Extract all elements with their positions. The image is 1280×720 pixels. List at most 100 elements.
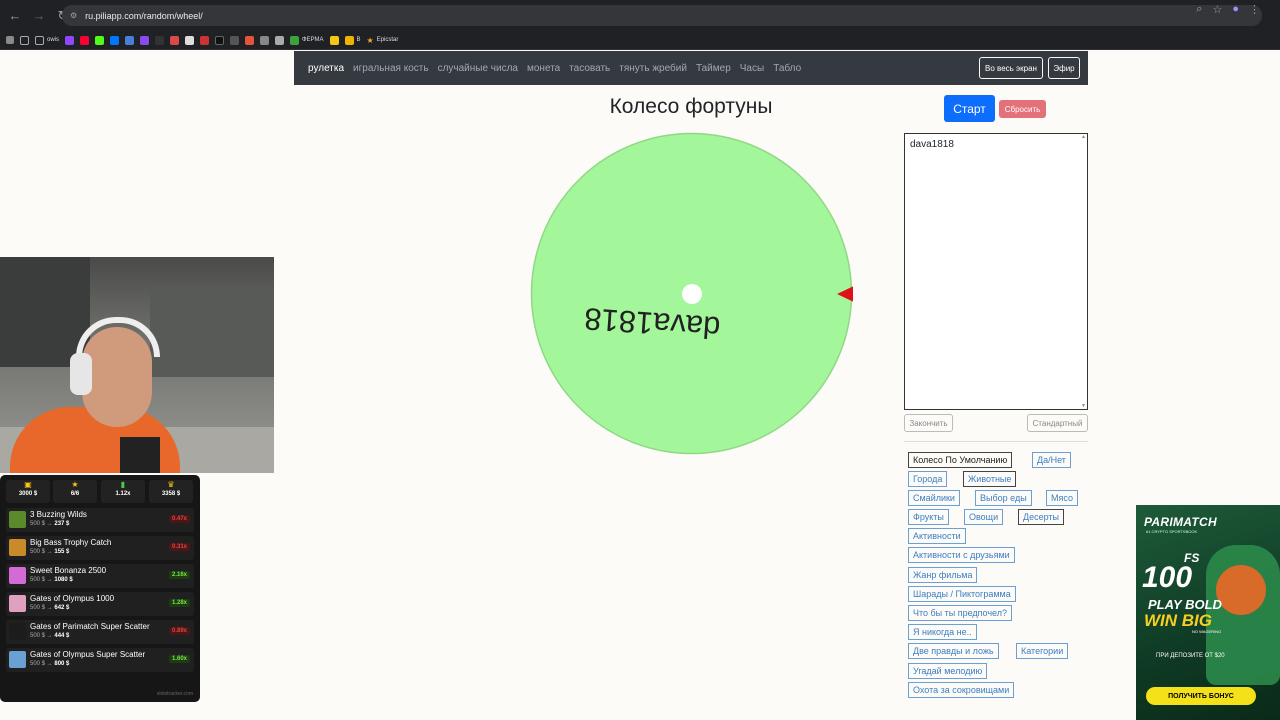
site-icon[interactable] <box>185 34 195 46</box>
preset-treasure-hunt[interactable]: Охота за сокровищами <box>908 682 1015 698</box>
back-icon[interactable]: ← <box>6 7 24 25</box>
preset-activities-friends[interactable]: Активности с друзьями <box>908 547 1015 563</box>
nav-random-numbers[interactable]: случайные числа <box>438 63 518 74</box>
slot-tracker-widget: ▣ 3000 $ ★ 6/6 ▮ 1.12x ♛ 3358 $ 3 Buzzing Wi… <box>0 475 200 702</box>
site-icon[interactable] <box>215 34 225 46</box>
apps-icon[interactable] <box>6 34 14 46</box>
site-icon[interactable] <box>260 34 270 46</box>
preset-charades[interactable]: Шарады / Пиктограмма <box>908 586 1016 602</box>
preset-animals[interactable]: Животные <box>963 471 1017 487</box>
vk-icon[interactable] <box>110 34 120 46</box>
preset-vegetables[interactable]: Овощи <box>964 509 1004 525</box>
site-icon[interactable] <box>125 34 135 46</box>
broadcast-button[interactable]: Эфир <box>1048 57 1080 79</box>
game-row: Sweet Bonanza 2500 500 $ → 1080 $ 2.16x <box>6 564 194 588</box>
nav-draw-lots[interactable]: тянуть жребий <box>619 63 687 74</box>
game-row: Big Bass Trophy Catch 500 $ → 155 $ 0.31… <box>6 536 194 560</box>
game-name: Gates of Olympus Super Scatter <box>30 650 146 659</box>
game-multiplier: 1.28x <box>168 599 190 607</box>
game-thumbnail <box>9 539 26 556</box>
preset-desserts[interactable]: Десерты <box>1018 509 1065 525</box>
folder-icon[interactable] <box>20 34 29 46</box>
nav-coin[interactable]: монета <box>527 63 560 74</box>
scroll-up-icon[interactable]: ▲ <box>1081 134 1086 140</box>
preset-meat[interactable]: Мясо <box>1046 490 1078 506</box>
bookmark-star-icon[interactable]: ☆ <box>1212 3 1222 16</box>
scroll-down-icon[interactable]: ▼ <box>1081 403 1086 409</box>
finish-button[interactable]: Закончить <box>904 414 953 432</box>
ad-win: WIN BIG <box>1144 611 1212 630</box>
forward-icon[interactable]: → <box>30 7 48 25</box>
bookmark-epicstar[interactable]: ★ Epicstar <box>367 34 399 46</box>
game-result: 500 $ → 237 $ <box>30 521 70 527</box>
game-name: Gates of Olympus 1000 <box>30 594 115 603</box>
preset-movie-genre[interactable]: Жанр фильма <box>908 567 978 583</box>
site-icon[interactable] <box>200 34 210 46</box>
preset-never-have-i[interactable]: Я никогда не.. <box>908 624 977 640</box>
preset-categories[interactable]: Категории <box>1016 643 1069 659</box>
preset-emoji[interactable]: Смайлики <box>908 490 960 506</box>
nav-scoreboard[interactable]: Табло <box>773 63 801 74</box>
names-textarea[interactable] <box>904 133 1088 410</box>
address-bar[interactable]: ⚙ ru.piliapp.com/random/wheel/ <box>62 5 1262 26</box>
start-button[interactable]: Старт <box>944 95 995 122</box>
site-icon[interactable] <box>170 34 180 46</box>
nav-dice[interactable]: игральная кость <box>353 63 429 74</box>
ad-play: PLAY BOLD <box>1148 597 1222 612</box>
wheel-center-pin <box>682 284 702 304</box>
nav-clock[interactable]: Часы <box>740 63 764 74</box>
game-thumbnail <box>9 595 26 612</box>
game-row: Gates of Olympus 1000 500 $ → 642 $ 1.28… <box>6 592 194 616</box>
preset-yes-no[interactable]: Да/Нет <box>1032 452 1071 468</box>
star-icon: ★ <box>71 480 79 489</box>
menu-icon[interactable]: ⋮ <box>1249 3 1260 16</box>
site-icon[interactable] <box>230 34 240 46</box>
game-multiplier: 0.47x <box>168 515 190 523</box>
ad-tagline: #1 CRYPTO SPORTSBOOK <box>1146 529 1198 534</box>
site-icon[interactable] <box>140 34 150 46</box>
preset-fruits[interactable]: Фрукты <box>908 509 949 525</box>
site-icon[interactable] <box>245 34 255 46</box>
fullscreen-button[interactable]: Во весь экран <box>979 57 1043 79</box>
preset-default-wheel[interactable]: Колесо По Умолчанию <box>908 452 1013 468</box>
nav-roulette[interactable]: рулетка <box>308 63 344 74</box>
kick-icon[interactable] <box>95 34 105 46</box>
site-icon[interactable] <box>155 34 165 46</box>
chart-icon: ▮ <box>120 480 126 489</box>
twitch-icon[interactable] <box>65 34 75 46</box>
nav-timer[interactable]: Таймер <box>696 63 731 74</box>
preset-cities[interactable]: Города <box>908 471 948 487</box>
game-multiplier: 0.31x <box>168 543 190 551</box>
extension-icon[interactable]: ● <box>1232 3 1239 16</box>
game-row: Gates of Parimatch Super Scatter 500 $ →… <box>6 620 194 644</box>
site-icon[interactable] <box>275 34 285 46</box>
preset-guess-melody[interactable]: Угадай мелодию <box>908 663 988 679</box>
preset-would-you-rather[interactable]: Что бы ты предпочел? <box>908 605 1013 621</box>
parimatch-ad[interactable]: PARIMATCH #1 CRYPTO SPORTSBOOK FS 100 PL… <box>1136 505 1280 720</box>
preset-activities[interactable]: Активности <box>908 528 966 544</box>
game-thumbnail <box>9 567 26 584</box>
browser-toolbar: ← → ↻ ⚙ ru.piliapp.com/random/wheel/ ⌕ ☆… <box>0 0 1280 31</box>
headphones-icon <box>70 353 92 395</box>
preset-food-choice[interactable]: Выбор еды <box>975 490 1032 506</box>
site-icon[interactable] <box>329 34 339 46</box>
game-name: Sweet Bonanza 2500 <box>30 566 107 575</box>
webcam-overlay <box>0 257 274 473</box>
nav-shuffle[interactable]: тасовать <box>569 63 610 74</box>
ad-cta-button[interactable]: ПОЛУЧИТЬ БОНУС <box>1146 687 1256 705</box>
bookmark-owis[interactable]: owis <box>35 34 59 46</box>
bookmark-farm[interactable]: ФЕРМА <box>290 34 324 46</box>
reset-button[interactable]: Сбросить <box>999 100 1046 118</box>
textarea-scrollbar[interactable]: ▲ ▼ <box>1080 134 1087 409</box>
standard-button[interactable]: Стандартный <box>1027 414 1088 432</box>
youtube-icon[interactable] <box>80 34 90 46</box>
stat-games: ★ 6/6 <box>53 480 97 503</box>
zoom-icon[interactable]: ⌕ <box>1196 3 1202 16</box>
bookmark-v[interactable]: В <box>344 34 361 46</box>
stat-multiplier: ▮ 1.12x <box>101 480 145 503</box>
site-info-icon[interactable]: ⚙ <box>70 11 77 20</box>
preset-two-truths[interactable]: Две правды и ложь <box>908 643 999 659</box>
game-result: 500 $ → 155 $ <box>30 549 70 555</box>
fortune-wheel[interactable]: dava1818 <box>530 132 853 455</box>
url-text: ru.piliapp.com/random/wheel/ <box>85 10 203 21</box>
